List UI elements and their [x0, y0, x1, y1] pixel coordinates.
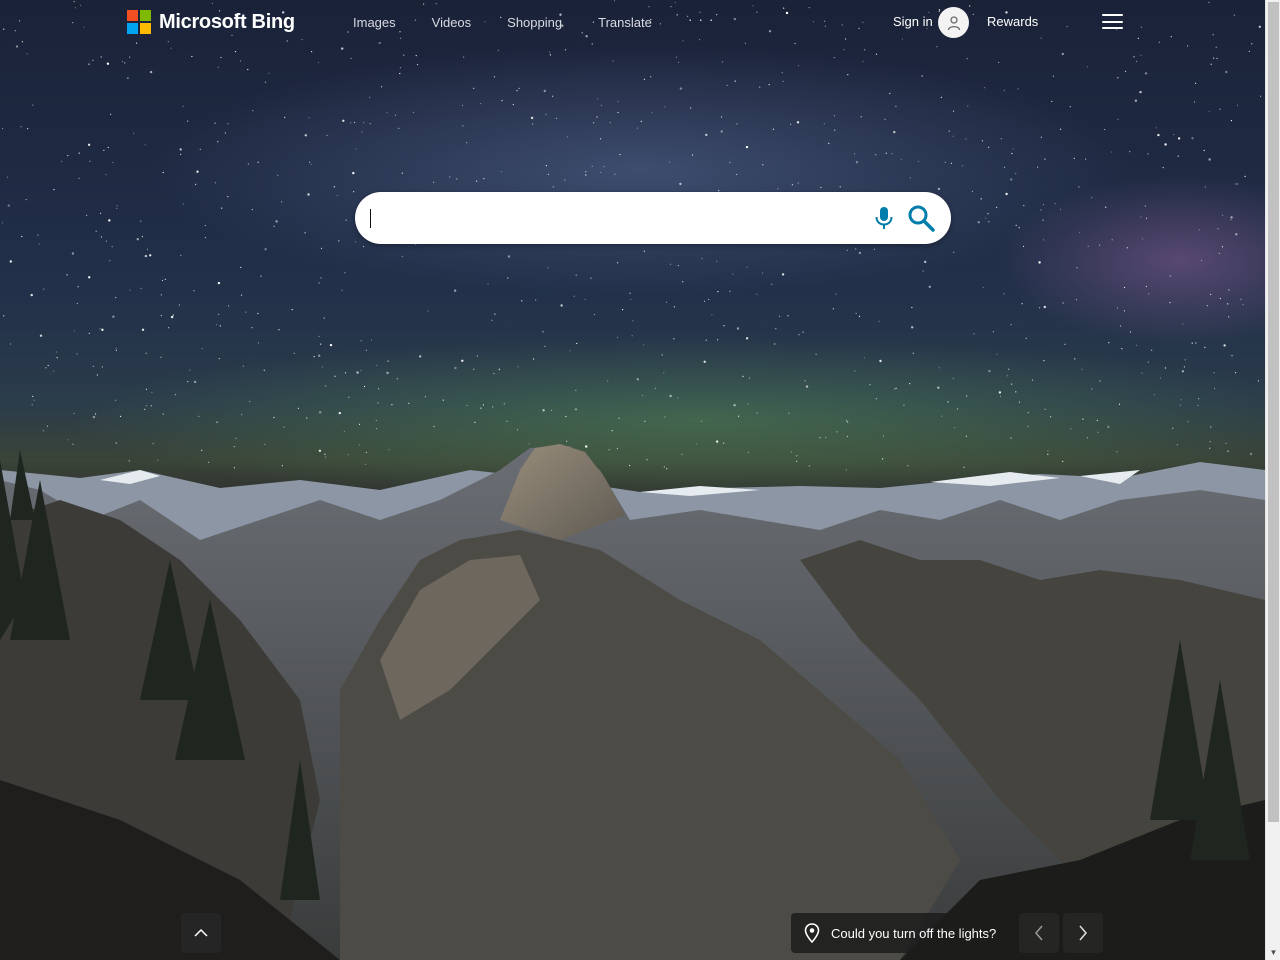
top-nav: Images Videos Shopping Translate · · · — [353, 11, 715, 31]
nav-shopping[interactable]: Shopping — [507, 15, 562, 31]
image-info-card[interactable]: Could you turn off the lights? — [791, 913, 1015, 953]
brand-name: Microsoft Bing — [159, 10, 295, 33]
scroll-up-button[interactable] — [181, 913, 221, 953]
microsoft-logo-icon — [127, 10, 151, 34]
nav-videos[interactable]: Videos — [432, 15, 472, 31]
microphone-icon[interactable] — [872, 205, 896, 231]
text-caret — [370, 209, 371, 228]
nav-images[interactable]: Images — [353, 15, 396, 31]
scrollbar-thumb[interactable] — [1268, 2, 1279, 822]
rewards-link[interactable]: Rewards — [987, 14, 1038, 29]
scroll-down-arrow-icon[interactable]: ▼ — [1266, 945, 1280, 960]
user-icon[interactable] — [938, 7, 969, 38]
chevron-right-icon — [1079, 925, 1087, 941]
search-icon[interactable] — [906, 203, 936, 233]
night-sky-mountain-scene — [0, 0, 1265, 960]
location-pin-icon — [804, 923, 820, 943]
search-input[interactable] — [371, 205, 851, 231]
avatar-glyph — [947, 15, 960, 30]
image-caption: Could you turn off the lights? — [831, 925, 997, 941]
previous-image-button[interactable] — [1019, 913, 1059, 953]
background-image — [0, 0, 1265, 960]
sign-in-link[interactable]: Sign in — [893, 14, 933, 29]
chevron-left-icon — [1035, 925, 1043, 941]
hamburger-icon[interactable] — [1102, 13, 1123, 30]
nav-translate[interactable]: Translate — [598, 15, 652, 31]
page-scrollbar[interactable]: ▼ — [1265, 0, 1280, 960]
search-box[interactable] — [355, 192, 951, 244]
bing-logo[interactable]: Microsoft Bing — [127, 10, 295, 34]
chevron-up-icon — [194, 928, 208, 937]
nav-more-button[interactable]: · · · — [688, 11, 715, 27]
next-image-button[interactable] — [1063, 913, 1103, 953]
